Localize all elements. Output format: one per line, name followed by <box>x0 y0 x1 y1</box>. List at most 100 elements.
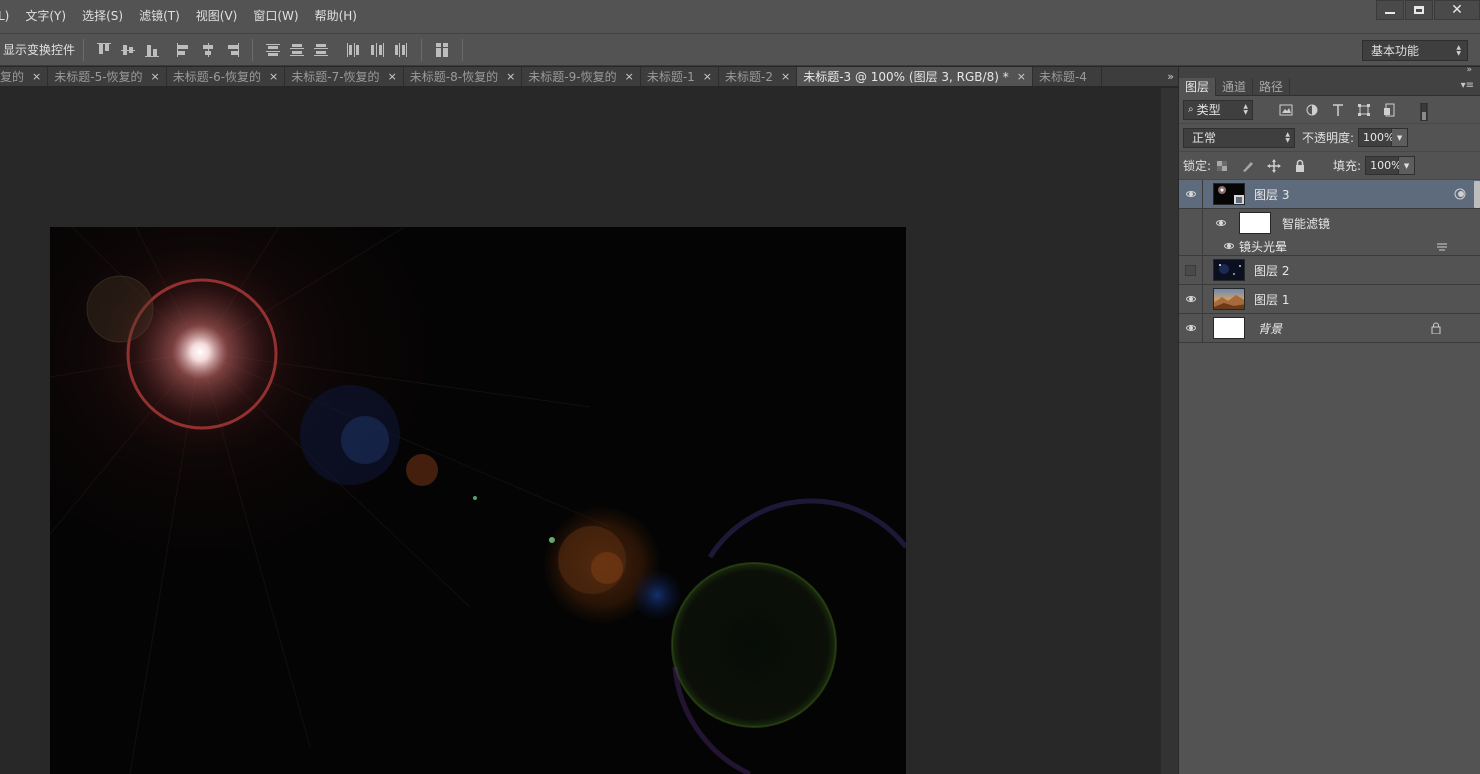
tab-close-icon[interactable]: × <box>781 67 790 86</box>
layers-scrollbar-thumb[interactable] <box>1474 181 1480 208</box>
layer-row-layer-2[interactable]: 图层 2 <box>1179 255 1480 285</box>
filter-kind-select[interactable]: ⌕ 类型 ▲ ▼ <box>1183 99 1253 120</box>
document-tab[interactable]: 未标题-8-恢复的 × <box>404 67 523 86</box>
blend-mode-select[interactable]: 正常 ▲ ▼ <box>1183 127 1295 148</box>
document-tab-active[interactable]: 未标题-3 @ 100% (图层 3, RGB/8) * × <box>797 67 1033 86</box>
document-tab[interactable]: 复的 × <box>0 67 49 86</box>
lock-all-icon[interactable] <box>1293 159 1307 173</box>
filter-adjustment-icon[interactable] <box>1305 103 1319 117</box>
fill-dropdown-icon[interactable]: ▼ <box>1399 156 1416 175</box>
updown-arrows-icon: ▲ ▼ <box>1243 102 1248 116</box>
layer-row-layer-1[interactable]: 图层 1 <box>1179 284 1480 314</box>
align-right-icon[interactable] <box>224 42 240 58</box>
filter-lens-flare-row[interactable]: 镜头光晕 <box>1179 236 1480 256</box>
document-tab[interactable]: 未标题-4 <box>1033 67 1102 86</box>
tab-close-icon[interactable]: × <box>703 67 712 86</box>
lock-label: 锁定: <box>1183 159 1212 173</box>
eye-icon <box>1185 325 1196 331</box>
distribute-right-icon[interactable] <box>393 42 409 58</box>
document-tab[interactable]: 未标题-1 × <box>641 67 719 86</box>
document-canvas[interactable] <box>50 227 906 774</box>
tab-close-icon[interactable]: × <box>506 67 515 86</box>
tab-close-icon[interactable]: × <box>151 67 160 86</box>
filter-type-icon[interactable] <box>1331 103 1345 117</box>
filter-smart-object-icon[interactable] <box>1383 103 1397 117</box>
distribute-vertical-center-icon[interactable] <box>289 42 305 58</box>
align-top-icon[interactable] <box>96 42 112 58</box>
filter-blending-options-icon[interactable] <box>1436 241 1448 253</box>
tab-channels[interactable]: 通道 <box>1216 78 1254 96</box>
updown-arrows-icon: ▲ ▼ <box>1456 43 1461 57</box>
distribute-bottom-icon[interactable] <box>313 42 329 58</box>
smart-filter-effect-icon[interactable] <box>1454 188 1466 200</box>
tab-close-icon[interactable]: × <box>625 67 634 86</box>
visibility-toggle[interactable] <box>1179 255 1203 285</box>
smart-filter-visibility-toggle[interactable] <box>1203 209 1239 238</box>
menu-item-view[interactable]: 视图(V) <box>188 0 246 33</box>
tab-paths[interactable]: 路径 <box>1253 78 1291 96</box>
panel-tabs: 图层 通道 路径 ▾≡ <box>1179 78 1480 96</box>
opacity-dropdown-icon[interactable]: ▼ <box>1392 128 1409 147</box>
canvas-vertical-scrollbar[interactable] <box>1160 88 1178 774</box>
minimize-button[interactable] <box>1376 0 1404 20</box>
canvas-area[interactable] <box>0 88 1160 774</box>
document-tab[interactable]: 未标题-6-恢复的 × <box>167 67 286 86</box>
align-left-icon[interactable] <box>176 42 192 58</box>
document-tab[interactable]: 未标题-2 × <box>719 67 798 86</box>
align-vertical-center-icon[interactable] <box>120 42 136 58</box>
maximize-button[interactable] <box>1405 0 1433 20</box>
document-tab[interactable]: 未标题-5-恢复的 × <box>48 67 167 86</box>
filter-visibility-toggle[interactable] <box>1219 237 1239 256</box>
panel-menu-icon[interactable]: ▾≡ <box>1461 80 1474 91</box>
menu-item-type[interactable]: 文字(Y) <box>17 0 74 33</box>
menu-item-select[interactable]: 选择(S) <box>74 0 131 33</box>
layer-filter-row: ⌕ 类型 ▲ ▼ <box>1179 96 1480 124</box>
tab-close-icon[interactable]: × <box>388 67 397 86</box>
close-button[interactable]: ✕ <box>1434 0 1480 20</box>
layer-thumbnail <box>1213 183 1245 205</box>
menu-item-help[interactable]: 帮助(H) <box>307 0 365 33</box>
layer-name: 图层 1 <box>1254 292 1290 307</box>
show-transform-controls-label[interactable]: 显示变换控件 <box>0 41 75 58</box>
document-tab[interactable]: 未标题-7-恢复的 × <box>285 67 404 86</box>
filter-toggle-icon[interactable] <box>1417 102 1431 121</box>
tab-close-icon[interactable]: × <box>1017 67 1026 86</box>
smart-filter-row[interactable]: 智能滤镜 <box>1179 209 1480 237</box>
layer-row-background[interactable]: 背景 <box>1179 313 1480 343</box>
collapse-panel-icon[interactable]: » <box>1466 65 1472 75</box>
menu-item-window[interactable]: 窗口(W) <box>245 0 306 33</box>
opacity-input[interactable]: 100% <box>1358 128 1395 147</box>
visibility-toggle[interactable] <box>1179 284 1203 314</box>
options-bar: 显示变换控件 基本功能 ▲ ▼ <box>0 33 1480 66</box>
lock-transparent-icon[interactable] <box>1215 159 1229 173</box>
align-bottom-icon[interactable] <box>144 42 160 58</box>
tab-close-icon[interactable]: × <box>32 67 41 86</box>
menu-item-layer[interactable]: L) <box>0 0 17 33</box>
tab-layers[interactable]: 图层 <box>1179 78 1217 96</box>
divider <box>252 38 254 61</box>
blend-mode-label: 正常 <box>1192 131 1217 145</box>
tab-close-icon[interactable]: × <box>269 67 278 86</box>
workspace-switcher[interactable]: 基本功能 ▲ ▼ <box>1362 40 1468 61</box>
auto-align-icon[interactable] <box>434 42 450 58</box>
filter-pixel-icon[interactable] <box>1279 103 1293 117</box>
layer-thumbnail <box>1213 259 1245 281</box>
document-tab[interactable]: 未标题-9-恢复的 × <box>522 67 641 86</box>
tab-overflow-icon[interactable]: » <box>1167 67 1174 86</box>
menu-item-filter[interactable]: 滤镜(T) <box>131 0 188 33</box>
distribute-top-icon[interactable] <box>265 42 281 58</box>
distribute-left-icon[interactable] <box>345 42 361 58</box>
layer-name: 图层 3 <box>1254 187 1290 202</box>
lock-position-icon[interactable] <box>1267 158 1282 173</box>
divider <box>421 38 423 61</box>
fill-input[interactable]: 100% <box>1365 156 1402 175</box>
distribute-horizontal-center-icon[interactable] <box>369 42 385 58</box>
filter-shape-icon[interactable] <box>1357 103 1371 117</box>
window-controls: ✕ <box>1375 0 1480 22</box>
layer-row-layer-3[interactable]: 图层 3 <box>1179 179 1480 209</box>
align-horizontal-center-icon[interactable] <box>200 42 216 58</box>
visibility-toggle[interactable] <box>1179 179 1203 209</box>
visibility-toggle[interactable] <box>1179 313 1203 343</box>
lock-image-pixels-icon[interactable] <box>1241 159 1255 173</box>
lock-icon <box>1430 322 1442 335</box>
